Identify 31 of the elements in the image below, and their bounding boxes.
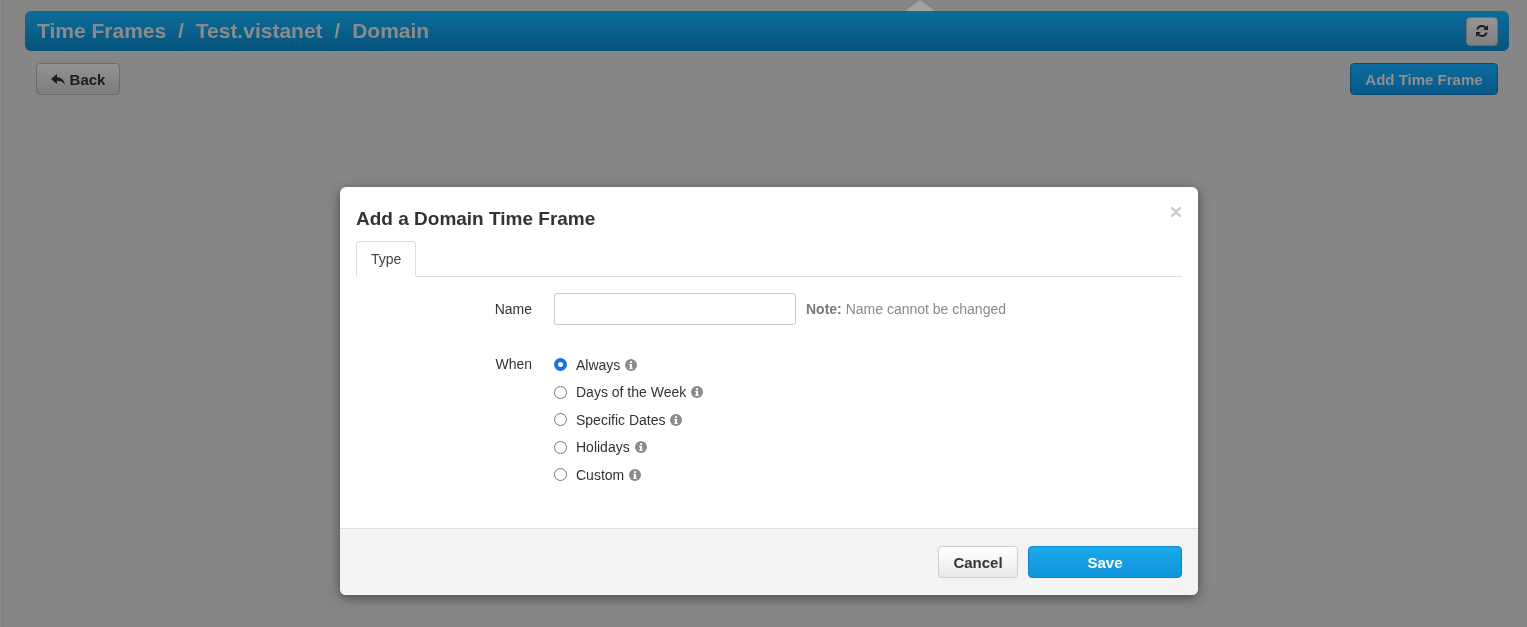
info-icon [625, 358, 638, 371]
radio-label[interactable]: Always [576, 356, 621, 373]
radio-button[interactable] [554, 413, 567, 427]
tab[interactable]: Type [356, 241, 417, 277]
radio-label[interactable]: Specific Dates [576, 411, 666, 428]
breadcrumb-separator: / [334, 19, 341, 43]
reply-arrow-icon [50, 72, 65, 86]
note-text: Note: Name cannot be changed [806, 301, 1006, 317]
radio-button[interactable] [554, 440, 567, 454]
radio-label[interactable]: Days of the Week [576, 384, 687, 401]
info-icon [691, 386, 704, 399]
radio-label[interactable]: Holidays [576, 439, 630, 456]
back-button[interactable]: Back [36, 63, 120, 95]
info-icon [670, 413, 683, 426]
radio-button[interactable] [554, 385, 567, 399]
breadcrumb-separator: / [178, 19, 184, 43]
info-icon [634, 441, 647, 454]
radio-label[interactable]: Custom [576, 466, 625, 483]
field-label: When [495, 355, 532, 374]
refresh-button[interactable] [1466, 16, 1498, 46]
close-icon [1171, 207, 1181, 217]
radio-button[interactable] [554, 358, 567, 372]
cancel-button[interactable]: Cancel [938, 546, 1018, 578]
info-icon [629, 468, 642, 481]
pointer-arrow-icon [905, 0, 935, 11]
refresh-icon [1475, 24, 1489, 38]
dialog-title: Add a Domain Time Frame [356, 207, 596, 231]
field-label: Name [494, 301, 532, 317]
name-input[interactable] [554, 293, 796, 325]
breadcrumb-current: Domain [352, 19, 430, 43]
radio-button[interactable] [554, 468, 567, 482]
